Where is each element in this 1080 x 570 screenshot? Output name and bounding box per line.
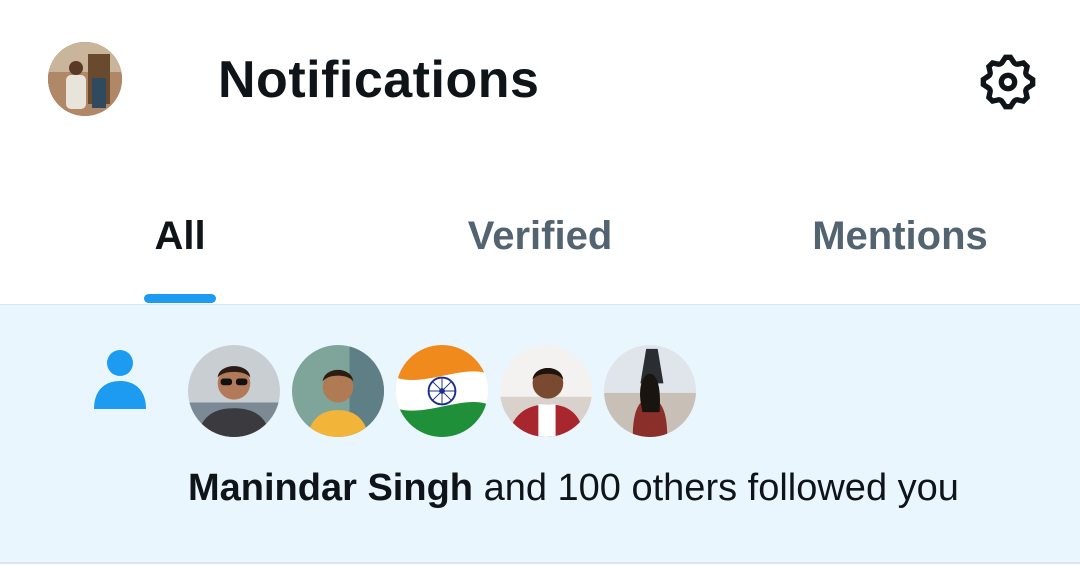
follow-notification[interactable]: Manindar Singh and 100 others followed y… [0, 305, 1080, 562]
settings-button[interactable] [970, 44, 1046, 120]
tab-label: Verified [467, 214, 613, 258]
tab-mentions[interactable]: Mentions [720, 180, 1080, 304]
actor-name: Manindar Singh [188, 467, 473, 509]
follower-avatar[interactable] [498, 343, 594, 439]
person-icon [94, 350, 146, 409]
notification-tabs: All Verified Mentions [0, 180, 1080, 304]
notifications-screen: Notifications All Verified Mentions Mani… [0, 0, 1080, 570]
follower-photo [500, 345, 592, 437]
tab-all[interactable]: All [0, 180, 360, 304]
tab-verified[interactable]: Verified [360, 180, 720, 304]
follower-photo [604, 345, 696, 437]
indian-flag-avatar[interactable] [394, 343, 490, 439]
gear-icon [980, 54, 1036, 110]
follower-avatar[interactable] [290, 343, 386, 439]
profile-photo [48, 42, 122, 116]
page-title: Notifications [218, 51, 540, 109]
follower-avatar[interactable] [602, 343, 698, 439]
notification-message: and 100 others followed you [483, 467, 959, 509]
top-app-bar: Notifications [0, 0, 1080, 160]
tab-label: All [154, 214, 206, 258]
active-tab-indicator [144, 294, 216, 303]
follower-avatar[interactable] [186, 343, 282, 439]
tab-label: Mentions [812, 214, 988, 258]
profile-avatar[interactable] [48, 42, 122, 116]
notification-text: Manindar Singh and 100 others followed y… [188, 467, 959, 510]
follower-photo [188, 345, 280, 437]
indian-flag-icon [396, 345, 488, 437]
notification-divider [0, 562, 1080, 564]
follower-photo [292, 345, 384, 437]
